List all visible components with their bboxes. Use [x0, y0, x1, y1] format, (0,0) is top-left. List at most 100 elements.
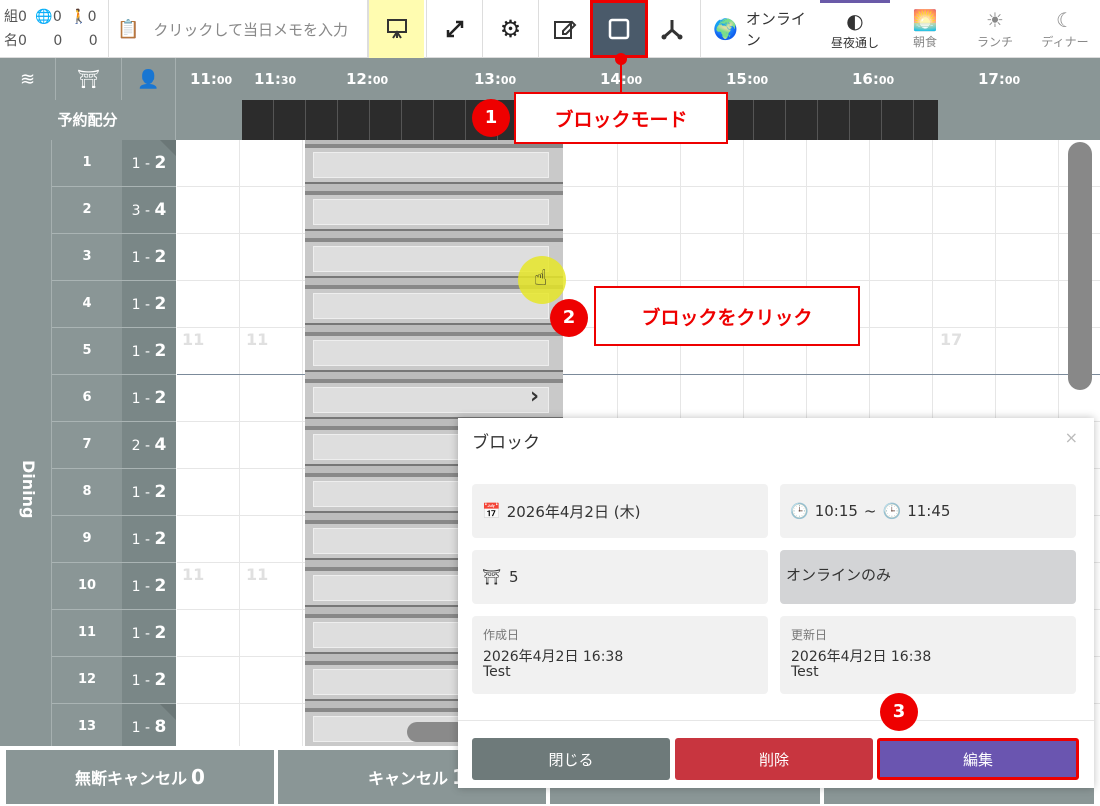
table-row[interactable]: 61 - 2: [52, 375, 176, 422]
online-status[interactable]: 🌍 オンライン: [700, 0, 818, 58]
table-row[interactable]: 81 - 2: [52, 469, 176, 516]
table-row[interactable]: 11 - 2: [52, 140, 176, 187]
table-row[interactable]: 23 - 4: [52, 187, 176, 234]
table-row[interactable]: 11 1 - 2: [52, 610, 176, 657]
table-capacity: 1 - 2: [122, 516, 176, 562]
layers-button[interactable]: ≋: [0, 58, 56, 100]
delete-button[interactable]: 削除: [675, 738, 873, 780]
updated-at-value: 2026年4月2日 16:38: [791, 649, 932, 665]
block-slot[interactable]: [305, 144, 563, 184]
table-capacity: 1 - 2: [122, 234, 176, 280]
person-sort-button[interactable]: 👤: [122, 58, 176, 100]
capacity-max: 2: [154, 670, 167, 690]
table-number: 3: [52, 234, 122, 280]
globe-icon: 🌐: [35, 9, 53, 25]
ghost-hour-label: 11: [182, 330, 205, 349]
capacity-max: 4: [154, 435, 167, 455]
noshow-cancel-button[interactable]: 無断キャンセル 0: [6, 750, 274, 804]
memo-placeholder: クリックして当日メモを入力: [153, 20, 348, 39]
ghost-hour-label: 17: [940, 330, 963, 349]
split-button[interactable]: [648, 0, 696, 58]
time-label-1600: 16:00: [852, 70, 895, 88]
step-2-badge: 2: [550, 299, 588, 337]
table-row[interactable]: 13 1 - 8: [52, 704, 176, 751]
edit-note-button[interactable]: [538, 0, 590, 58]
allocation-label: 予約配分: [0, 100, 176, 140]
capacity-min: 1: [131, 720, 141, 736]
table-row[interactable]: 31 - 2: [52, 234, 176, 281]
step-1-callout: ブロックモード: [514, 92, 728, 144]
dialog-close-icon[interactable]: ×: [1065, 428, 1078, 447]
ghost-hour-label: 11: [246, 330, 269, 349]
capacity-dash: -: [140, 297, 155, 313]
table-row[interactable]: 12 1 - 2: [52, 657, 176, 704]
block-slot[interactable]: [305, 332, 563, 372]
expand-button[interactable]: [426, 0, 482, 58]
vertical-scrollbar[interactable]: [1068, 142, 1092, 390]
clock-icon: 🕒: [882, 502, 902, 520]
meal-tab-breakfast[interactable]: 🌅 朝食: [890, 0, 960, 58]
meal-label: ランチ: [976, 34, 1013, 49]
people-count: 0: [18, 33, 27, 49]
daily-memo-input[interactable]: 📋 クリックして当日メモを入力: [108, 0, 368, 58]
table-row[interactable]: 51 - 2: [52, 328, 176, 375]
table-row[interactable]: 72 - 4: [52, 422, 176, 469]
table-value: 5: [509, 568, 519, 586]
capacity-dash: -: [140, 532, 155, 548]
hand-pointer-icon: ☝: [534, 266, 548, 291]
app-root: 組0 🌐0 🚶0 名0 0 0 📋 クリックして当日メモを入力 ⚙ 🌍 オンライ…: [0, 0, 1100, 806]
updated-label: 更新日: [791, 628, 828, 642]
capacity-max: 2: [154, 341, 167, 361]
capacity-min: 1: [131, 626, 141, 642]
half-circle-icon: ◐: [846, 9, 864, 33]
capacity-min: 1: [131, 485, 141, 501]
close-button[interactable]: 閉じる: [472, 738, 670, 780]
table-sort-button[interactable]: ⛩: [56, 58, 122, 100]
table-capacity: 1 - 2: [122, 375, 176, 421]
capacity-min: 2: [131, 438, 141, 454]
table-icon: ⛩: [482, 568, 502, 586]
chevron-right-icon[interactable]: ›: [530, 384, 539, 409]
people-label: 名: [4, 33, 18, 49]
block-slot[interactable]: [305, 379, 563, 419]
time-start-value: 10:15: [814, 502, 858, 520]
table-row[interactable]: 10 1 - 2: [52, 563, 176, 610]
top-toolbar: 組0 🌐0 🚶0 名0 0 0 📋 クリックして当日メモを入力 ⚙ 🌍 オンライ…: [0, 0, 1100, 58]
block-slot-inner: [313, 246, 549, 272]
block-slot[interactable]: [305, 191, 563, 231]
memo-icon: 📋: [117, 18, 140, 40]
meal-tab-allday[interactable]: ◐ 昼夜通し: [820, 0, 890, 58]
updated-field: 更新日 2026年4月2日 16:38 Test: [780, 616, 1076, 694]
table-number: 1: [52, 140, 122, 186]
block-slot-inner: [313, 293, 549, 319]
dialog-divider: [458, 720, 1094, 721]
capacity-dash: -: [140, 156, 155, 172]
time-label-1500: 15:00: [726, 70, 769, 88]
date-field: 📅 2026年4月2日 (木): [472, 484, 768, 538]
meal-label: ディナー: [1041, 34, 1089, 49]
time-end-value: 11:45: [907, 502, 951, 520]
capacity-dash: -: [140, 250, 155, 266]
meal-label: 昼夜通し: [830, 36, 879, 50]
sun-icon: ☀: [986, 7, 1004, 32]
capacity-max: 8: [154, 717, 167, 737]
globe-icon: 🌍: [713, 17, 738, 41]
capacity-max: 2: [154, 482, 167, 502]
edit-button[interactable]: 編集: [877, 738, 1079, 780]
meal-tab-lunch[interactable]: ☀ ランチ: [960, 0, 1030, 58]
settings-button[interactable]: ⚙: [482, 0, 538, 58]
click-cursor-highlight: ☝: [518, 256, 566, 304]
table-row[interactable]: 41 - 2: [52, 281, 176, 328]
meal-tab-dinner[interactable]: ☾ ディナー: [1030, 0, 1100, 58]
meal-label: 朝食: [912, 34, 937, 49]
block-slot-inner: [313, 199, 549, 225]
capacity-max: 2: [154, 153, 167, 173]
block-mode-button[interactable]: [590, 0, 648, 58]
calendar-icon: 📅: [482, 502, 501, 520]
created-label: 作成日: [483, 628, 520, 642]
online-label: オンライン: [745, 10, 806, 49]
table-row[interactable]: 91 - 2: [52, 516, 176, 563]
table-number: 7: [52, 422, 122, 468]
moon-icon: ☾: [1056, 7, 1074, 32]
presentation-button[interactable]: [368, 0, 424, 58]
